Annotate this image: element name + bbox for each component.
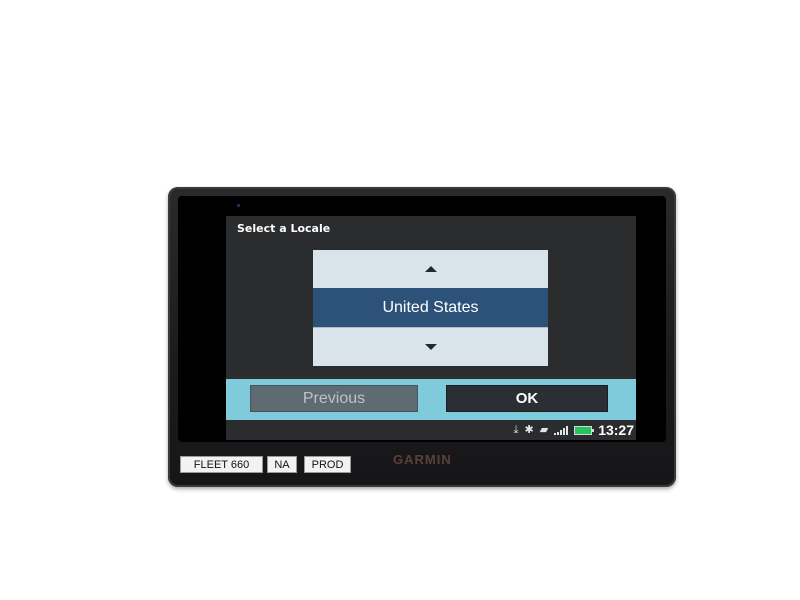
scroll-up-button[interactable] [313,250,548,289]
signal-icon [554,425,569,435]
triangle-up-icon [424,266,437,272]
car-icon: ▰ [539,423,549,436]
photo-stage: Select a Locale United States Previous O… [0,0,800,600]
selected-locale[interactable]: United States [313,288,548,327]
scroll-down-button[interactable] [313,327,548,366]
display-area: Select a Locale United States Previous O… [226,216,636,440]
bluetooth-icon: ✱ [524,423,534,436]
brand-logo: GARMIN [393,452,452,467]
locale-picker: United States [313,250,548,367]
button-bar: Previous OK [226,379,636,420]
clock-time: 13:27 [598,422,634,438]
device-screen: Select a Locale United States Previous O… [178,196,666,442]
ok-button[interactable]: OK [446,385,608,412]
env-label: PROD [304,456,351,473]
previous-button[interactable]: Previous [250,385,418,412]
page-title: Select a Locale [237,222,331,235]
camera-dot [237,204,240,207]
status-bar: ⤓ ✱ ▰ 13:27 [514,422,634,438]
region-label: NA [267,456,297,473]
battery-icon [574,425,595,435]
download-icon: ⤓ [513,423,519,436]
fleet-label: FLEET 660 [180,456,263,473]
triangle-down-icon [424,344,437,350]
